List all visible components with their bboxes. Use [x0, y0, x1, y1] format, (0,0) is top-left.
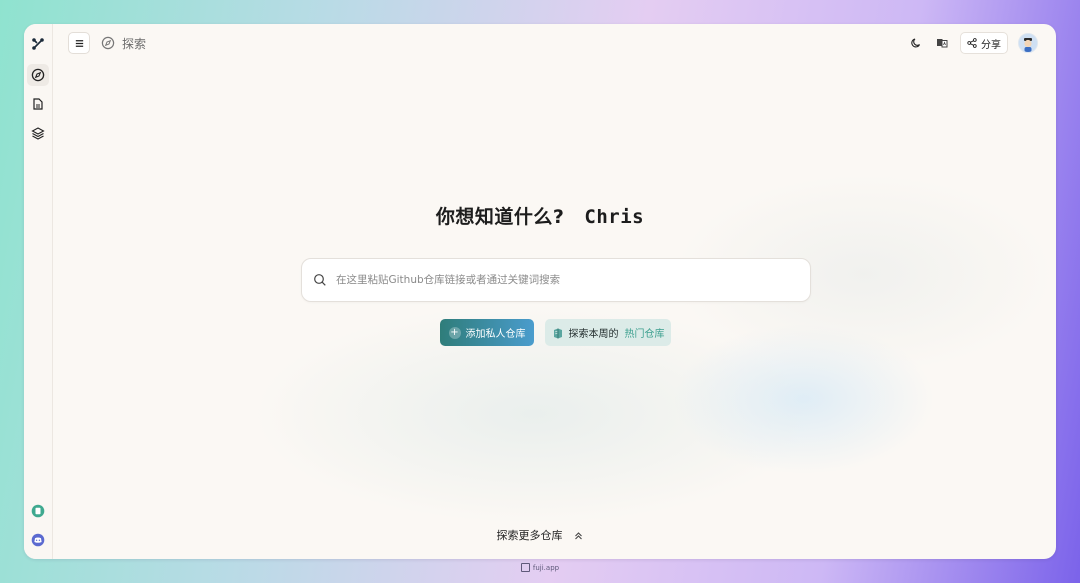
share-button[interactable]: 分享 [960, 32, 1008, 54]
sidebar-item-layers[interactable] [27, 122, 49, 144]
compass-icon [31, 68, 45, 82]
moon-icon [911, 38, 921, 48]
topbar-right: 分享 [906, 32, 1038, 54]
menu-button[interactable] [68, 32, 90, 54]
add-private-repo-label: 添加私人仓库 [465, 329, 526, 340]
logo-icon[interactable] [27, 33, 49, 55]
compass-icon [101, 36, 115, 50]
menu-icon [75, 39, 83, 47]
sidebar-item-documents[interactable] [27, 93, 49, 115]
hot-repos-label: 热门仓库 [624, 329, 665, 340]
explore-weekly-label: 探索本周的 [568, 329, 619, 340]
sidebar [24, 24, 53, 559]
search-input[interactable] [334, 273, 778, 287]
sidebar-item-explore[interactable] [27, 64, 49, 86]
brand-icon [520, 563, 530, 572]
translate-button[interactable] [932, 33, 952, 53]
add-private-repo-button[interactable]: + 添加私人仓库 [440, 319, 534, 346]
translate-icon [937, 39, 948, 48]
footer-brand[interactable]: fuji.app [533, 564, 559, 572]
explore-more-button[interactable]: 探索更多仓库 [24, 527, 1056, 543]
document-icon [33, 98, 43, 110]
plus-icon: + [448, 326, 461, 339]
theme-toggle-button[interactable] [906, 33, 926, 53]
app-window: 探索 分享 你想知道什么? Chris + 添加私人仓库 探索本周的热门仓库 [24, 24, 1056, 559]
explore-more-label: 探索更多仓库 [496, 529, 563, 542]
background-glow [674, 324, 934, 474]
hero-question: 你想知道什么? [435, 206, 565, 228]
explore-hot-repos-button[interactable]: 探索本周的 热门仓库 [545, 319, 671, 346]
sidebar-item-app[interactable] [27, 500, 49, 522]
breadcrumb-label: 探索 [122, 36, 147, 51]
search-icon [314, 274, 326, 286]
hero-title: 你想知道什么? Chris [24, 202, 1056, 229]
hero-user-name: Chris [584, 206, 645, 228]
chevrons-up-icon [574, 531, 582, 539]
book-icon [553, 328, 562, 338]
avatar[interactable] [1018, 33, 1038, 53]
topbar-left: 探索 [68, 32, 147, 54]
background-glow [254, 304, 814, 524]
search-box[interactable] [301, 258, 811, 302]
user-avatar-icon [1019, 34, 1037, 52]
layers-icon [31, 127, 45, 140]
footer: fuji.app [0, 563, 1080, 572]
share-label: 分享 [981, 39, 1001, 51]
app-icon [31, 504, 45, 518]
share-icon [967, 38, 977, 48]
